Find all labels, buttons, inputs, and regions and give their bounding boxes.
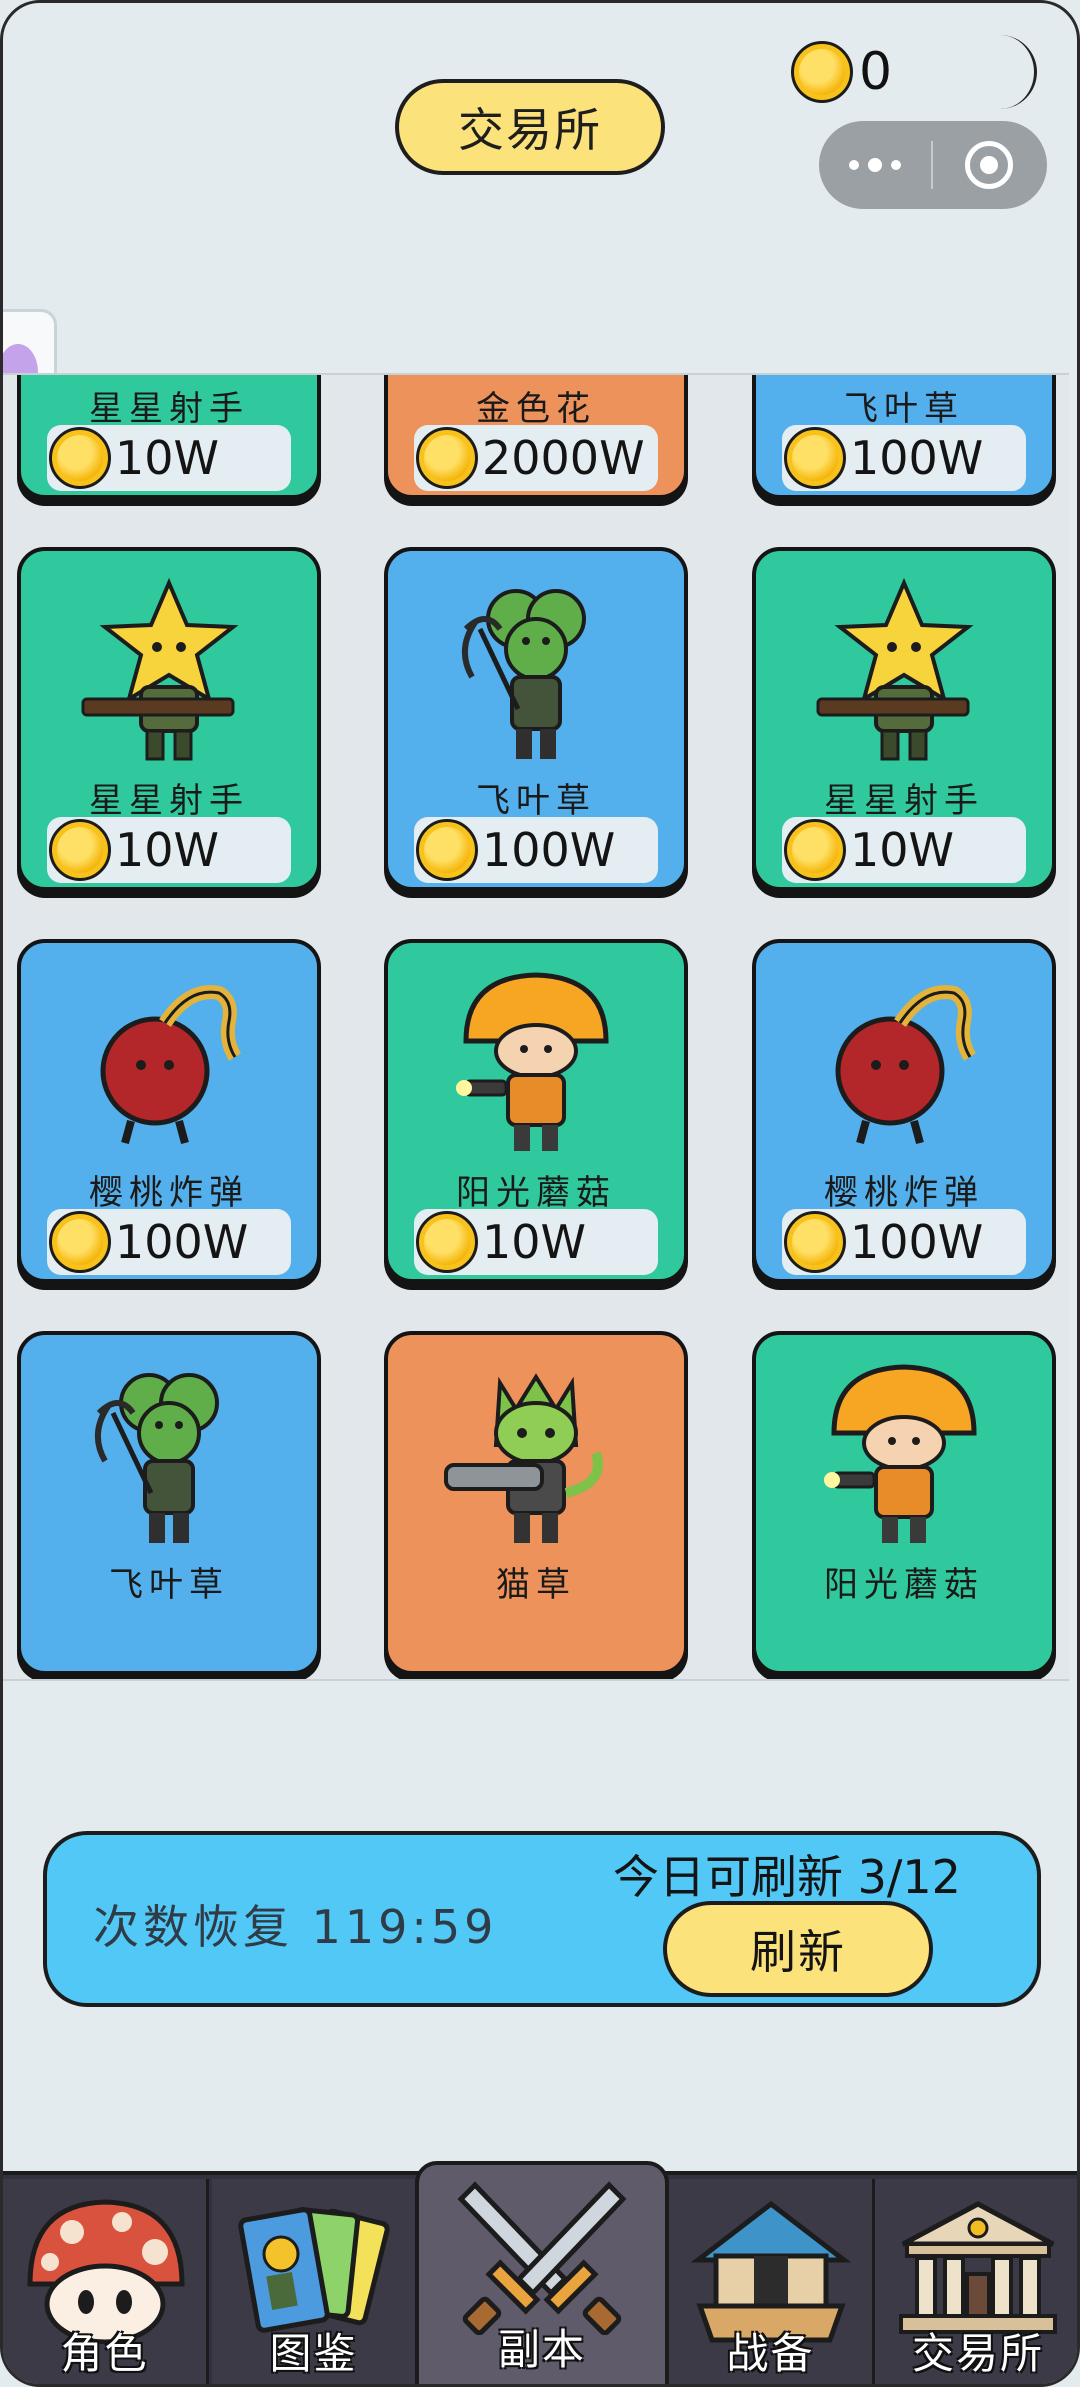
price-value: 10W [115,823,220,877]
tab-label: 交易所 [911,2329,1044,2378]
coin-icon [49,819,111,881]
shop-card[interactable]: 星星射手 10W [17,547,321,891]
tab-dungeon[interactable]: 副本 [415,2161,669,2384]
price-value: 100W [482,823,616,877]
shop-card[interactable]: 樱桃炸弹 100W [17,939,321,1283]
star-shooter-icon [21,375,317,377]
price-button[interactable]: 100W [47,1209,291,1275]
clover-icon [388,557,684,769]
coin-icon [416,819,478,881]
price-value: 2000W [482,431,645,485]
price-value: 10W [482,1215,587,1269]
shop-card[interactable]: 阳光蘑菇 [752,1331,1056,1675]
price-button[interactable]: 10W [47,817,291,883]
price-button[interactable]: 10W [47,425,291,491]
shop-card[interactable]: 飞叶草 100W [752,375,1056,499]
page-title: 交易所 [395,79,665,175]
price-button[interactable]: 10W [782,817,1026,883]
coin-icon [49,427,111,489]
gold-flower-icon [388,375,684,377]
price-value: 100W [850,1215,984,1269]
card-name: 星星射手 [89,389,249,429]
price-button[interactable]: 100W [782,1209,1026,1275]
coin-icon [791,41,853,103]
target-icon [965,141,1013,189]
card-name: 金色花 [476,389,596,429]
shop-card[interactable]: 飞叶草 100W [384,547,688,891]
coin-amount: 0 [859,42,893,102]
price-value: 100W [850,431,984,485]
card-name: 樱桃炸弹 [824,1173,984,1213]
clover-icon [21,1341,317,1553]
shop-card[interactable]: 飞叶草 [17,1331,321,1675]
cat-grass-icon [388,1341,684,1553]
coin-icon [784,1211,846,1273]
refresh-count: 今日可刷新 3/12 [613,1850,961,1904]
price-value: 10W [850,823,955,877]
star-shooter-icon [21,557,317,769]
refresh-panel: 次数恢复 119:59 今日可刷新 3/12 刷新 [43,1831,1041,2007]
card-name: 星星射手 [824,781,984,821]
app-frame: 交易所 0 星星射手 10W 金色花 2000W 飞叶草 100W 星星射手 10W 飞叶草 10… [0,0,1080,2387]
recover-timer: 次数恢复 119:59 [93,1900,498,1954]
tab-label: 战备 [726,2329,815,2378]
crossed-swords-icon [419,2175,665,2335]
tab-exchange[interactable]: 交易所 [875,2179,1077,2384]
tab-label: 副本 [497,2325,586,2374]
card-name: 樱桃炸弹 [89,1173,249,1213]
card-name: 星星射手 [89,781,249,821]
star-shooter-icon [756,557,1052,769]
bottom-tabbar: 角色 图鉴 副本 战备 交易所 [3,2161,1077,2384]
shop-card[interactable]: 星星射手 10W [17,375,321,499]
shop-card[interactable]: 樱桃炸弹 100W [752,939,1056,1283]
coin-icon [49,1211,111,1273]
price-button[interactable]: 100W [414,817,658,883]
card-name: 阳光蘑菇 [824,1565,984,1605]
cherry-bomb-icon [21,949,317,1161]
refresh-button[interactable]: 刷新 [663,1901,933,1997]
miniprogram-capsule [819,121,1047,209]
card-name: 阳光蘑菇 [456,1173,616,1213]
shop-card[interactable]: 猫草 [384,1331,688,1675]
sun-mushroom-icon [756,1341,1052,1553]
price-button[interactable]: 100W [782,425,1026,491]
tab-label: 角色 [60,2329,149,2378]
coin-icon [416,1211,478,1273]
tab-equipment[interactable]: 战备 [669,2179,875,2384]
price-button[interactable]: 10W [414,1209,658,1275]
cherry-bomb-icon [756,949,1052,1161]
more-button[interactable] [819,158,931,172]
shop-card[interactable]: 金色花 2000W [384,375,688,499]
card-name: 飞叶草 [476,781,596,821]
price-button[interactable]: 2000W [414,425,658,491]
price-value: 10W [115,431,220,485]
coin-icon [784,819,846,881]
shop-card[interactable]: 阳光蘑菇 10W [384,939,688,1283]
card-name: 飞叶草 [844,389,964,429]
tab-role[interactable]: 角色 [3,2179,209,2384]
close-miniprogram-button[interactable] [933,141,1045,189]
coin-icon [784,427,846,489]
card-name: 飞叶草 [109,1565,229,1605]
tab-label: 图鉴 [269,2329,358,2378]
clover-icon [756,375,1052,377]
coin-balance: 0 [791,35,1037,109]
sun-mushroom-icon [388,949,684,1161]
shop-card[interactable]: 星星射手 10W [752,547,1056,891]
tab-catalog[interactable]: 图鉴 [212,2179,418,2384]
price-value: 100W [115,1215,249,1269]
card-name: 猫草 [496,1565,576,1605]
coin-icon [416,427,478,489]
shop-grid[interactable]: 星星射手 10W 金色花 2000W 飞叶草 100W 星星射手 10W 飞叶草 100W 星星射手… [3,373,1069,1681]
